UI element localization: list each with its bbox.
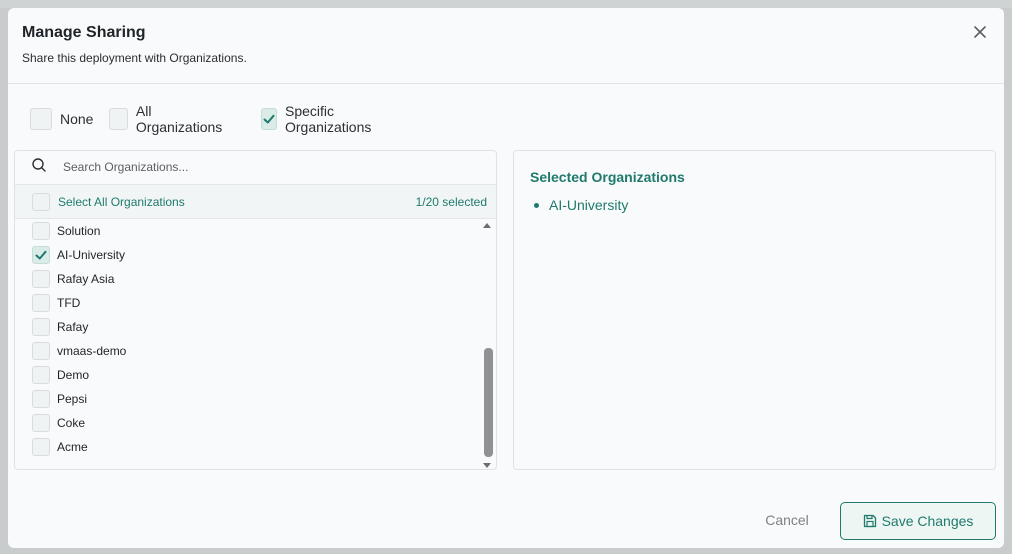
- scroll-down-arrow[interactable]: [483, 463, 491, 468]
- org-checkbox[interactable]: [32, 342, 50, 360]
- mode-none-label: None: [60, 111, 94, 127]
- org-label: TFD: [57, 296, 81, 310]
- scroll-up-arrow[interactable]: [483, 223, 491, 228]
- select-all-label[interactable]: Select All Organizations: [58, 195, 185, 209]
- org-checkbox[interactable]: [32, 294, 50, 312]
- org-item-rafay-asia[interactable]: Rafay Asia: [15, 270, 480, 294]
- org-label: Acme: [57, 440, 88, 454]
- org-label: Rafay: [57, 320, 89, 334]
- org-label: Pepsi: [57, 392, 88, 406]
- selected-organizations-list: AI-University: [534, 196, 628, 214]
- org-item-acme[interactable]: Acme: [15, 438, 480, 462]
- organization-list: Solution AI-University Rafay Asia TFD Ra…: [15, 220, 480, 469]
- select-all-checkbox[interactable]: [32, 193, 50, 211]
- org-item-tfd[interactable]: TFD: [15, 294, 480, 318]
- selected-organizations-panel: Selected Organizations AI-University: [513, 150, 996, 470]
- org-checkbox[interactable]: [32, 366, 50, 384]
- select-all-row: Select All Organizations 1/20 selected: [15, 184, 496, 219]
- org-checkbox[interactable]: [32, 414, 50, 432]
- backdrop: [0, 0, 1012, 8]
- org-checkbox[interactable]: [32, 390, 50, 408]
- search-icon: [32, 158, 46, 172]
- org-item-solution[interactable]: Solution: [15, 222, 480, 246]
- org-label: AI-University: [57, 248, 126, 262]
- manage-sharing-dialog: Manage Sharing Share this deployment wit…: [8, 8, 1004, 548]
- close-icon: [974, 26, 986, 38]
- org-item-vmaas-demo[interactable]: vmaas-demo: [15, 342, 480, 366]
- mode-all-checkbox[interactable]: [109, 108, 128, 130]
- org-label: Solution: [57, 224, 101, 238]
- save-changes-button[interactable]: Save Changes: [840, 502, 996, 540]
- org-label: Coke: [57, 416, 86, 430]
- selected-item-label: AI-University: [549, 197, 629, 213]
- org-item-coke[interactable]: Coke: [15, 414, 480, 438]
- org-checkbox[interactable]: [32, 318, 50, 336]
- search-input[interactable]: [63, 157, 463, 177]
- floppy-disk-icon: [863, 514, 876, 528]
- org-item-pepsi[interactable]: Pepsi: [15, 390, 480, 414]
- check-icon: [263, 114, 275, 124]
- selected-count: 1/20 selected: [415, 195, 487, 209]
- org-checkbox[interactable]: [32, 222, 50, 240]
- org-item-ai-university[interactable]: AI-University: [15, 246, 480, 270]
- mode-specific-label: Specific Organizations: [285, 103, 372, 135]
- org-item-rafay[interactable]: Rafay: [15, 318, 480, 342]
- selected-organizations-title: Selected Organizations: [530, 169, 685, 185]
- org-label: vmaas-demo: [57, 344, 127, 358]
- org-label: Rafay Asia: [57, 272, 115, 286]
- selected-item: AI-University: [534, 196, 628, 214]
- mode-specific-checkbox[interactable]: [261, 108, 277, 130]
- mode-option-specific-organizations[interactable]: Specific Organizations: [261, 103, 377, 135]
- bullet: [534, 202, 539, 208]
- search-bar: [15, 151, 496, 184]
- mode-none-checkbox[interactable]: [30, 108, 52, 130]
- org-item-demo[interactable]: Demo: [15, 366, 480, 390]
- check-icon: [35, 250, 47, 260]
- organization-picker: Select All Organizations 1/20 selected S…: [14, 150, 497, 470]
- cancel-button[interactable]: Cancel: [754, 509, 820, 531]
- scrollbar-thumb[interactable]: [484, 348, 493, 457]
- mode-option-all-organizations[interactable]: All Organizations: [109, 103, 225, 135]
- org-checkbox[interactable]: [32, 270, 50, 288]
- org-label: Demo: [57, 368, 90, 382]
- save-changes-label: Save Changes: [881, 513, 974, 529]
- mode-all-label: All Organizations: [135, 103, 223, 135]
- mode-option-none[interactable]: None: [30, 107, 93, 131]
- dialog-header: Manage Sharing Share this deployment wit…: [8, 8, 1004, 84]
- org-checkbox[interactable]: [32, 246, 50, 264]
- org-checkbox[interactable]: [32, 438, 50, 456]
- dialog-title: Manage Sharing: [22, 24, 146, 41]
- dialog-subtitle: Share this deployment with Organizations…: [22, 51, 247, 65]
- close-button[interactable]: [970, 22, 990, 42]
